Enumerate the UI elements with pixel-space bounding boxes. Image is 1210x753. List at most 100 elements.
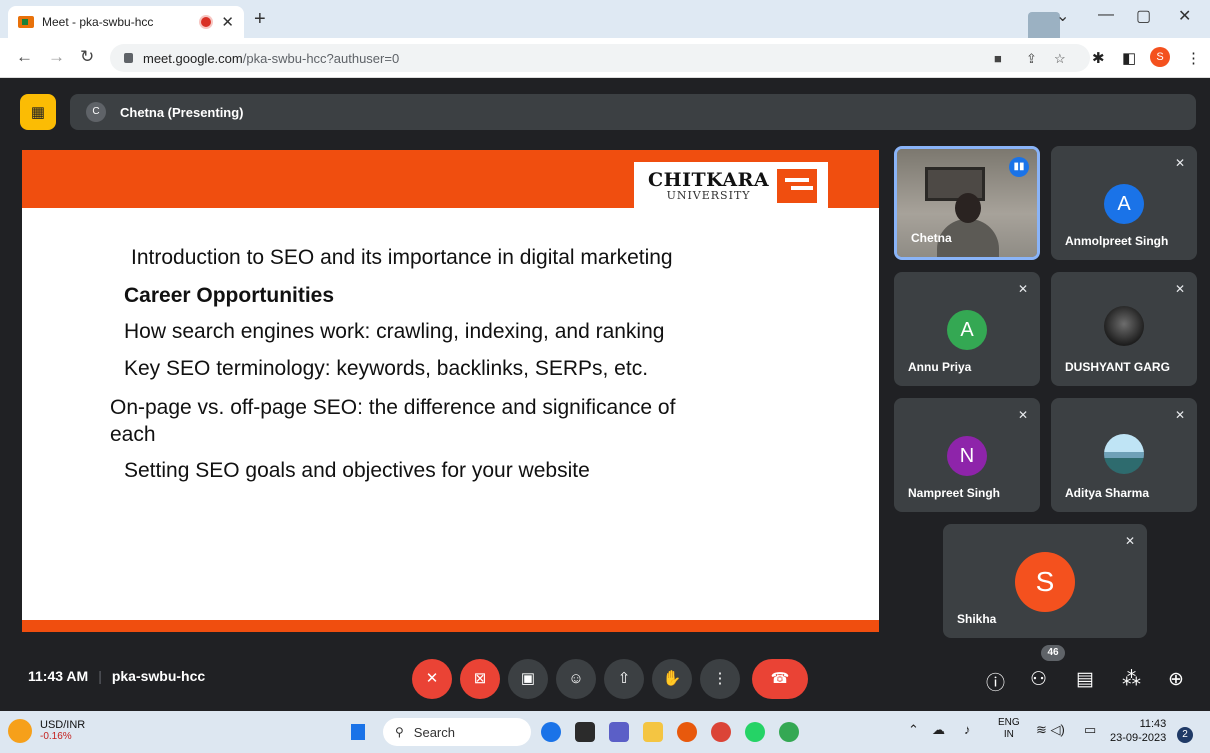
slide-line: On-page vs. off-page SEO: the difference… [110,396,676,419]
raise-hand-button[interactable]: ✋ [652,659,692,699]
chrome-active-icon[interactable] [779,722,799,742]
slide-line: each [110,423,156,446]
activities-icon[interactable]: ⁂ [1122,668,1141,691]
slide-line: Key SEO terminology: keywords, backlinks… [124,357,649,380]
browser-tab[interactable]: Meet - pka-swbu-hcc ✕ [8,6,244,38]
bookmark-star-icon[interactable]: ☆ [1054,51,1066,67]
profile-avatar[interactable]: S [1150,47,1170,67]
chrome-icon[interactable] [711,722,731,742]
extensions-puzzle-icon[interactable]: ✱ [1092,49,1105,67]
language-indicator[interactable]: ENG IN [998,717,1020,741]
lang-top: ENG [998,717,1020,728]
ticker-name: USD/INR [40,719,86,731]
participant-tile[interactable]: ✕ DUSHYANT GARG [1051,272,1197,386]
side-panel-icon[interactable]: ◧ [1122,49,1136,67]
participant-tile[interactable]: ✕ N Nampreet Singh [894,398,1040,512]
tab-search-chevron-icon[interactable]: ⌄ [1056,6,1069,26]
close-tab-icon[interactable]: ✕ [221,13,234,31]
clock-date: 23-09-2023 [1110,732,1167,744]
onedrive-icon[interactable]: ☁ [932,722,945,738]
new-tab-button[interactable]: + [254,8,266,31]
slide-line: How search engines work: crawling, index… [124,320,665,343]
taskbar-search-box[interactable]: ⚲ Search [383,718,531,746]
chat-app-icon[interactable] [609,722,629,742]
camera-toggle-button[interactable]: ⊠ [460,659,500,699]
lang-bottom: IN [1003,729,1014,740]
meeting-code: pka-swbu-hcc [111,668,206,684]
file-explorer-icon[interactable] [643,722,663,742]
firefox-icon[interactable] [677,722,697,742]
participant-tile[interactable]: ▮▮ Chetna [894,146,1040,260]
tray-chevron-icon[interactable]: ⌃ [908,722,919,738]
emoji-reaction-button[interactable]: ☺ [556,659,596,699]
url-host: meet.google.com [143,50,243,66]
participant-name: Chetna [911,231,952,245]
logo-sub-text: UNIVERSITY [666,189,751,202]
system-clock[interactable]: 11:43 23-09-2023 [1110,717,1166,745]
windows-start-icon[interactable] [347,722,367,742]
slide-heading: Career Opportunities [124,284,335,307]
participant-photo-avatar [1104,306,1144,346]
address-toolbar: ← → ↻ meet.google.com /pka-swbu-hcc?auth… [0,38,1210,78]
notification-badge[interactable]: 2 [1177,727,1193,743]
minimize-button[interactable]: — [1098,6,1114,24]
task-view-icon[interactable] [575,722,595,742]
participant-name: DUSHYANT GARG [1065,360,1170,374]
presenter-bar: C Chetna (Presenting) [70,94,1196,130]
weather-ticker-widget[interactable]: USD/INR -0.16% [8,719,85,743]
os-taskbar: USD/INR -0.16% ⚲ Search ⌃ ☁ ♪ ENG IN ≋ ◁… [0,711,1210,753]
forward-arrow-icon[interactable]: → [48,47,65,67]
menu-kebab-icon[interactable]: ⋮ [1186,49,1201,67]
slide-line: Introduction to SEO and its importance i… [131,246,673,269]
more-options-button[interactable]: ⋮ [700,659,740,699]
reload-icon[interactable]: ↻ [80,47,94,67]
ticker-change: -0.16% [40,731,72,742]
logo-mark-icon [777,169,818,203]
bing-app-icon[interactable] [541,722,561,742]
mic-toggle-button[interactable]: ✕ [412,659,452,699]
university-logo: CHITKARA UNIVERSITY [634,162,828,210]
host-controls-icon[interactable]: ⊕ [1168,668,1184,691]
camera-icon[interactable]: ■ [994,51,1002,66]
back-arrow-icon[interactable]: ← [16,47,33,67]
clock-time: 11:43 [1139,718,1167,730]
participant-tile[interactable]: ✕ S Shikha [943,524,1147,638]
presenter-label: Chetna (Presenting) [120,104,244,120]
participant-tile[interactable]: ✕ A Annu Priya [894,272,1040,386]
meeting-time: 11:43 AM [28,668,89,684]
participant-name: Shikha [957,612,997,626]
mic-off-icon: ✕ [1124,534,1135,548]
present-now-button[interactable]: ⇧ [604,659,644,699]
slide-bottom-band [22,620,879,632]
meet-favicon-icon [18,16,34,28]
share-icon[interactable]: ⇪ [1026,51,1037,67]
close-window-button[interactable]: ✕ [1178,6,1191,26]
participant-name: Aditya Sharma [1065,486,1150,500]
maximize-button[interactable]: ▢ [1136,6,1151,26]
captions-button[interactable]: ▣ [508,659,548,699]
meeting-details-icon[interactable]: ⓘ [986,668,1005,695]
people-icon[interactable]: ⚇ [1030,668,1047,691]
lock-icon [124,53,133,63]
browser-tabstrip: Meet - pka-swbu-hcc ✕ + ⌄ — ▢ ✕ [0,0,1210,44]
participant-avatar: A [1104,184,1144,224]
participant-tile[interactable]: ✕ Aditya Sharma [1051,398,1197,512]
battery-icon[interactable]: ▭ [1084,722,1096,738]
chat-icon[interactable]: ▤ [1076,668,1094,691]
wifi-sound-icon[interactable]: ≋ ◁) [1036,722,1065,738]
presentation-icon[interactable]: ▦ [20,94,56,130]
speaking-indicator-icon: ▮▮ [1009,157,1029,177]
meeting-info: 11:43 AM | pka-swbu-hcc [28,668,206,684]
participant-avatar: A [947,310,987,350]
whatsapp-icon[interactable] [745,722,765,742]
mic-off-icon: ✕ [1174,156,1185,170]
mic-tray-icon[interactable]: ♪ [964,722,971,737]
mic-off-icon: ✕ [1017,282,1028,296]
leave-call-button[interactable]: ☎ [752,659,808,699]
url-bar[interactable]: meet.google.com /pka-swbu-hcc?authuser=0 [110,44,1090,72]
participant-tile[interactable]: ✕ A Anmolpreet Singh [1051,146,1197,260]
presenter-avatar: C [86,102,106,122]
participant-count-badge: 46 [1041,645,1065,661]
participant-photo-avatar [1104,434,1144,474]
mic-off-icon: ✕ [1174,408,1185,422]
